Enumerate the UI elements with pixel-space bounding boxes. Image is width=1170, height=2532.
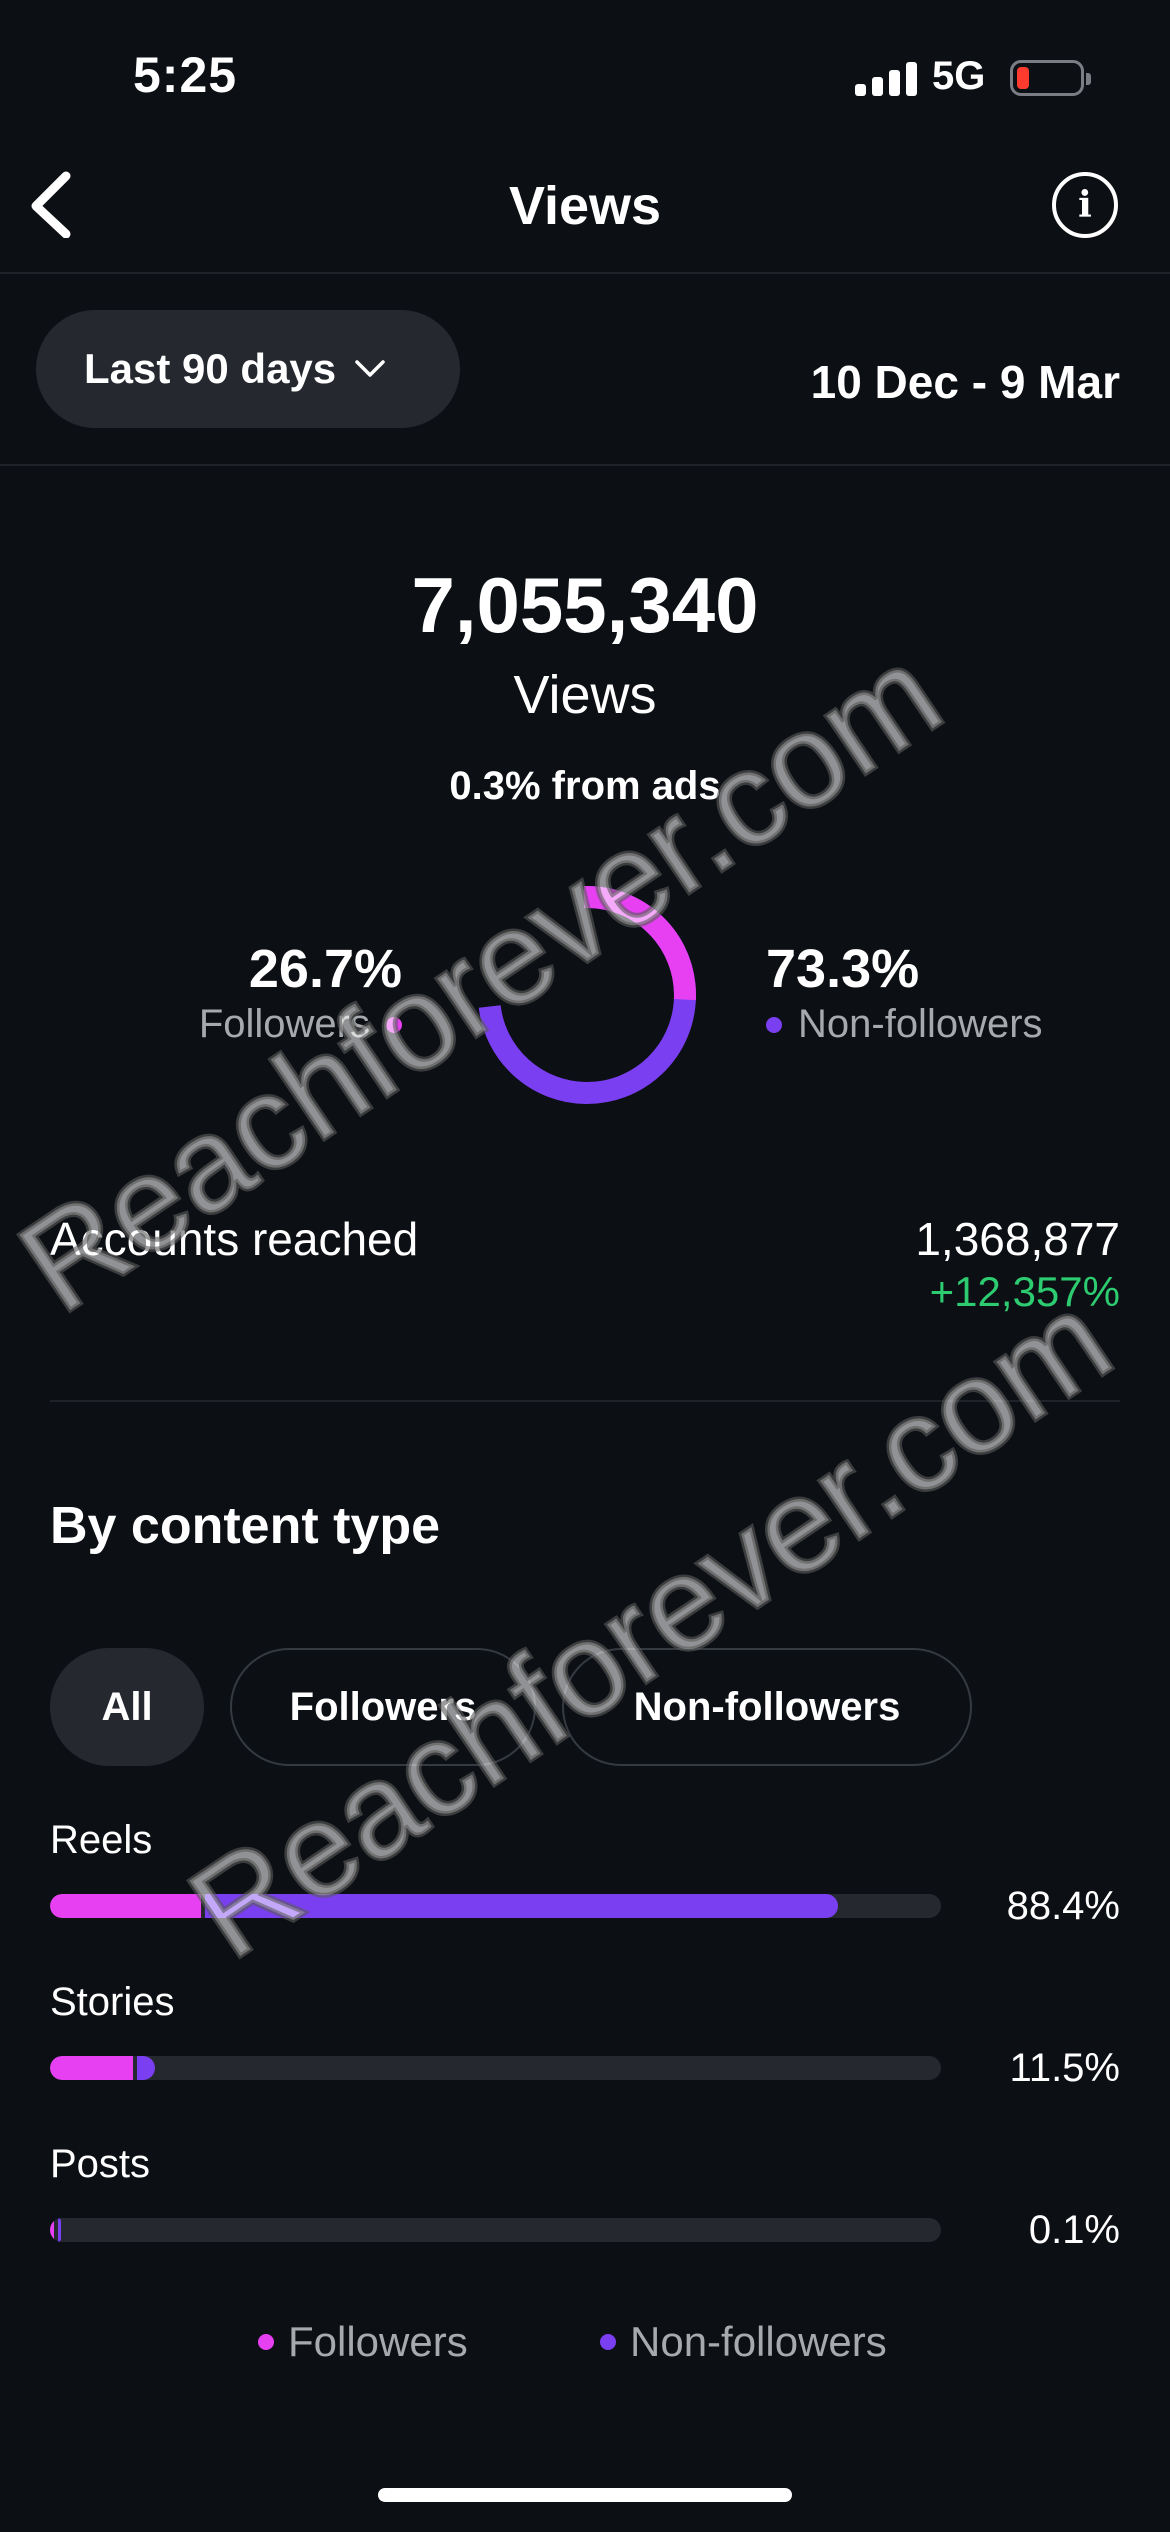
- chip-all[interactable]: All: [50, 1648, 204, 1766]
- bar-track-posts: [50, 2218, 941, 2242]
- bar-track-stories: [50, 2056, 941, 2080]
- legend-non-followers-dot: [600, 2334, 616, 2350]
- network-type: 5G: [932, 54, 986, 98]
- bar-stories-followers: [50, 2056, 133, 2080]
- legend-non-followers-label: Non-followers: [630, 2318, 887, 2365]
- ads-note: 0.3% from ads: [449, 764, 721, 808]
- legend-followers-dot: [258, 2334, 274, 2350]
- total-views: 7,055,340: [411, 561, 759, 649]
- date-range-text: 10 Dec - 9 Mar: [810, 356, 1120, 408]
- row-value-posts: 0.1%: [1028, 2208, 1120, 2252]
- row-label-reels: Reels: [50, 1818, 153, 1862]
- legend-followers: Followers: [258, 2318, 468, 2366]
- row-value-stories: 11.5%: [1009, 2046, 1120, 2090]
- home-indicator[interactable]: [378, 2488, 792, 2502]
- bar-reels-followers: [50, 1894, 202, 1918]
- filter-divider: [0, 464, 1170, 466]
- non-followers-percent: 73.3%: [766, 939, 920, 999]
- bar-stories-non-followers: [136, 2056, 155, 2080]
- non-followers-legend: Non-followers: [766, 1002, 1043, 1047]
- date-range-dropdown[interactable]: Last 90 days: [36, 310, 460, 428]
- bar-posts-non-followers: [58, 2218, 61, 2242]
- row-label-stories: Stories: [50, 1980, 175, 2024]
- legend-non-followers: Non-followers: [600, 2318, 887, 2366]
- signal-icon: [855, 60, 917, 96]
- header-divider: [0, 272, 1170, 274]
- battery-icon: [1010, 60, 1091, 96]
- non-followers-dot: [766, 1016, 782, 1033]
- non-followers-label: Non-followers: [798, 1002, 1043, 1046]
- date-range-label: Last 90 days: [84, 345, 337, 392]
- accounts-reached-value: 1,368,877: [915, 1213, 1120, 1265]
- section-title: By content type: [50, 1497, 441, 1555]
- total-views-label: Views: [513, 665, 657, 725]
- info-icon: i: [1078, 184, 1092, 226]
- bar-posts-followers: [50, 2218, 54, 2242]
- bar-track-reels: [50, 1894, 941, 1918]
- legend-followers-label: Followers: [288, 2318, 468, 2365]
- watermark-2: Reachforever.com: [162, 1262, 1137, 1988]
- chevron-down-icon: [355, 360, 385, 377]
- status-time: 5:25: [133, 47, 238, 103]
- row-value-reels: 88.4%: [1006, 1884, 1120, 1928]
- page-title: Views: [508, 176, 662, 236]
- row-label-posts: Posts: [50, 2142, 151, 2186]
- info-button[interactable]: i: [1052, 172, 1118, 238]
